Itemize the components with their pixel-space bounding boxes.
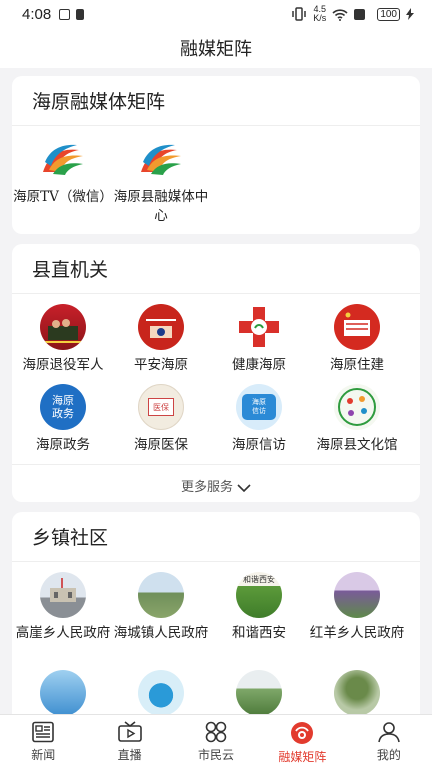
town-item-label: 红羊乡人民政府 [309, 625, 405, 641]
health-cross-logo-icon [236, 304, 282, 350]
agency-item-label: 海原信访 [232, 437, 286, 453]
agency-item-label: 海原政务 [36, 437, 90, 453]
agency-item-veterans[interactable]: 海原退役军人 [12, 304, 114, 375]
town-item-8[interactable] [306, 670, 408, 714]
hongyang-photo-icon [334, 572, 380, 618]
battery-level: 100 [377, 7, 400, 21]
charging-icon [406, 8, 414, 20]
tv-icon [117, 721, 142, 742]
agency-item-label: 平安海原 [134, 357, 188, 373]
status-time: 4:08 [22, 5, 52, 23]
agency-item-label: 海原县文化馆 [316, 437, 398, 453]
tab-label: 我的 [376, 748, 401, 762]
towns-communities-card: 乡镇社区 高崖乡人民政府 海城镇人民政府 和谐西安 和谐西安 红羊乡人民政府 [12, 512, 420, 714]
town-item-6[interactable] [110, 670, 212, 714]
gov-affairs-icon-text: 海原政务 [52, 394, 74, 420]
town-item-label: 高崖乡人民政府 [15, 625, 111, 641]
page-title: 融媒矩阵 [180, 39, 252, 60]
tab-label: 直播 [117, 748, 142, 762]
agency-item-label: 海原住建 [330, 357, 384, 373]
town-photo-icon [138, 670, 184, 714]
net-speed: 4.5 K/s [313, 4, 327, 23]
nav-bar: 融媒矩阵 [0, 28, 432, 68]
sim-icon [76, 8, 85, 20]
haicheng-photo-icon [138, 572, 184, 618]
agency-item-label: 健康海原 [232, 357, 286, 373]
hexie-xian-icon-text: 和谐西安 [243, 575, 275, 584]
town-photo-icon [40, 670, 86, 714]
agency-item-label: 海原退役军人 [22, 357, 104, 373]
media-item-haiyuan-center[interactable]: 海原县融媒体中心 [110, 136, 212, 226]
veterans-logo-icon [40, 304, 86, 350]
section-title: 海原融媒体矩阵 [12, 76, 420, 126]
wifi-icon [332, 8, 348, 21]
section-title: 县直机关 [12, 244, 420, 294]
agency-item-medical-insurance[interactable]: 医保 海原医保 [110, 384, 212, 455]
safe-haiyuan-logo-icon [138, 304, 184, 350]
culture-center-logo-icon [334, 384, 380, 430]
play-circle-icon [291, 722, 314, 744]
media-item-label: 海原县融媒体中心 [113, 189, 209, 224]
media-item-label: 海原TV（微信） [13, 189, 113, 205]
more-services-button[interactable]: 更多服务 [12, 464, 420, 502]
more-services-label: 更多服务 [180, 480, 233, 495]
agency-item-label: 海原医保 [134, 437, 188, 453]
section-title: 乡镇社区 [12, 512, 420, 562]
gov-affairs-logo-icon: 海原政务 [40, 384, 86, 430]
agency-item-petition[interactable]: 海原信访 海原信访 [208, 384, 310, 455]
tab-label: 市民云 [198, 748, 235, 762]
tab-media-matrix[interactable]: 融媒矩阵 [259, 715, 345, 768]
agency-item-gov-affairs[interactable]: 海原政务 海原政务 [12, 384, 114, 455]
agency-item-health[interactable]: 健康海原 [208, 304, 310, 375]
gaoya-photo-icon [40, 572, 86, 618]
tab-citizen-cloud[interactable]: 市民云 [173, 715, 259, 768]
tab-label: 新闻 [31, 748, 56, 762]
medical-insurance-icon-text: 医保 [153, 402, 169, 412]
tab-me[interactable]: 我的 [346, 715, 432, 768]
haiyuan-tv-logo-icon [39, 136, 87, 182]
town-item-label: 和谐西安 [232, 625, 286, 641]
notification-icon [59, 8, 71, 20]
agency-item-culture-center[interactable]: 海原县文化馆 [306, 384, 408, 455]
media-matrix-card: 海原融媒体矩阵 海原TV（微信） 海原县融媒体中心 [12, 76, 420, 234]
town-item-haicheng[interactable]: 海城镇人民政府 [110, 572, 212, 643]
grid-icon [205, 721, 227, 743]
petition-logo-icon: 海原信访 [236, 384, 282, 430]
town-photo-icon [236, 670, 282, 714]
tab-news[interactable]: 新闻 [0, 715, 86, 768]
media-item-haiyuan-tv[interactable]: 海原TV（微信） [12, 136, 114, 207]
medical-insurance-logo-icon: 医保 [138, 384, 184, 430]
tab-live[interactable]: 直播 [86, 715, 172, 768]
hexie-xian-photo-icon: 和谐西安 [236, 572, 282, 618]
county-agencies-card: 县直机关 海原退役军人 平安海原 健康海原 海原住建 海原政务 海原政务 医保 … [12, 244, 420, 502]
status-bar: 4:08 4.5 K/s 100 [0, 0, 432, 28]
town-item-7[interactable] [208, 670, 310, 714]
content-scroll[interactable]: 海原融媒体矩阵 海原TV（微信） 海原县融媒体中心 县直机关 海原退役军人 平安… [0, 68, 432, 714]
tab-label: 融媒矩阵 [278, 750, 327, 764]
town-item-5[interactable] [12, 670, 114, 714]
housing-logo-icon [334, 304, 380, 350]
town-item-label: 海城镇人民政府 [113, 625, 209, 641]
agency-item-housing[interactable]: 海原住建 [306, 304, 408, 375]
user-icon [378, 722, 400, 743]
town-item-hexie-xian[interactable]: 和谐西安 和谐西安 [208, 572, 310, 643]
haiyuan-center-logo-icon [137, 136, 185, 182]
vibrate-icon [292, 7, 307, 21]
petition-icon-text: 海原信访 [252, 398, 266, 415]
town-item-gaoya[interactable]: 高崖乡人民政府 [12, 572, 114, 643]
town-item-hongyang[interactable]: 红羊乡人民政府 [306, 572, 408, 643]
status-right: 4.5 K/s 100 [291, 5, 414, 23]
news-icon [32, 721, 55, 743]
agency-item-safe-haiyuan[interactable]: 平安海原 [110, 304, 212, 375]
chevron-down-icon [237, 483, 251, 492]
bottom-tab-bar: 新闻 直播 市民云 融媒矩阵 我的 [0, 714, 432, 768]
alert-icon [354, 8, 366, 20]
town-photo-icon [334, 670, 380, 714]
